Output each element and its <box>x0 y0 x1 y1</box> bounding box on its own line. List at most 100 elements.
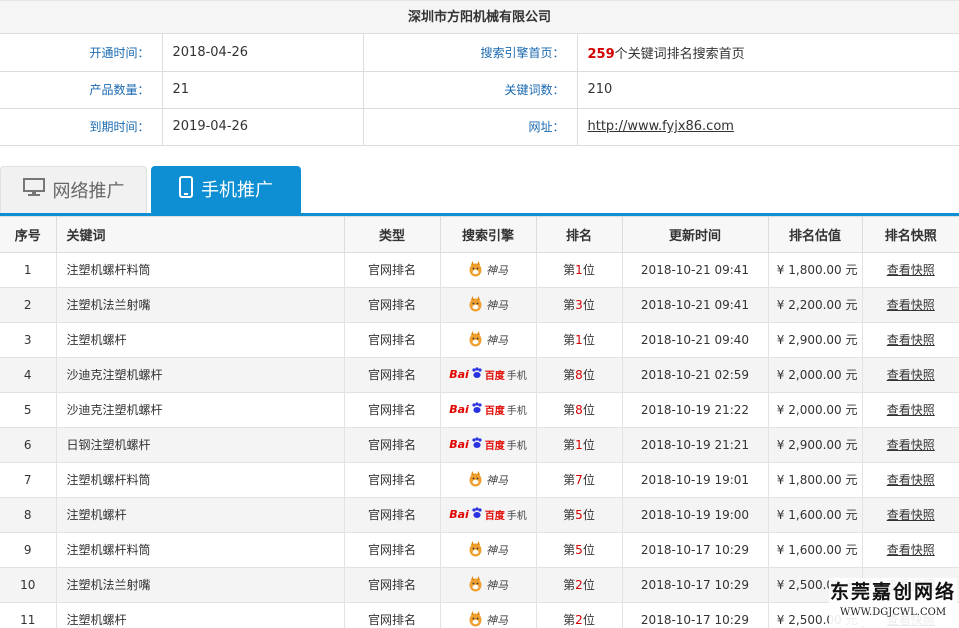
cell-keyword: 沙迪克注塑机螺杆 <box>55 356 345 393</box>
header-rank: 排名 <box>535 215 623 253</box>
cell-type: 官网排名 <box>343 601 441 628</box>
tab-web-promotion[interactable]: 网络推广 <box>0 165 147 213</box>
cell-price: ¥ 2,000.00 元 <box>767 356 863 393</box>
shenma-engine-logo: 神马 <box>468 330 508 350</box>
cell-keyword: 注塑机螺杆 <box>55 496 345 533</box>
cell-no: 3 <box>0 321 57 358</box>
rank-number: 8 <box>575 403 583 417</box>
cell-snapshot: 查看快照 <box>861 251 959 288</box>
view-snapshot-link[interactable]: 查看快照 <box>887 333 935 347</box>
shenma-label: 神马 <box>486 613 508 627</box>
cell-no: 2 <box>0 286 57 323</box>
rank-text: 第2位 <box>563 578 595 592</box>
cell-engine: Bai 百度 手机 <box>439 426 537 463</box>
company-title: 深圳市方阳机械有限公司 <box>0 0 959 34</box>
cell-update-time: 2018-10-21 09:40 <box>621 321 769 358</box>
rank-number: 8 <box>575 368 583 382</box>
rank-text: 第1位 <box>563 438 595 452</box>
table-row: 5 沙迪克注塑机螺杆 官网排名 Bai 百度 手机 第8位 2018-10-19 21:22 ¥… <box>0 391 959 428</box>
baidu-suffix: 手机 <box>506 511 527 522</box>
cell-update-time: 2018-10-21 02:59 <box>621 356 769 393</box>
rank-number: 2 <box>575 613 583 627</box>
cell-rank: 第2位 <box>535 566 623 603</box>
view-snapshot-link[interactable]: 查看快照 <box>887 473 935 487</box>
view-snapshot-link[interactable]: 查看快照 <box>887 298 935 312</box>
cell-no: 9 <box>0 531 57 568</box>
view-snapshot-link[interactable]: 查看快照 <box>887 508 935 522</box>
cell-no: 8 <box>0 496 57 533</box>
rank-number: 1 <box>575 333 583 347</box>
table-row: 1 注塑机螺杆料筒 官网排名 神马 第1位 2018-10-21 09:41 ¥ 1,800… <box>0 251 959 288</box>
cell-keyword: 注塑机螺杆料筒 <box>55 251 345 288</box>
baidu-suffix: 手机 <box>506 406 527 417</box>
cell-snapshot: 查看快照 <box>861 461 959 498</box>
header-no: 序号 <box>0 215 57 253</box>
rank-text: 第7位 <box>563 473 595 487</box>
cell-keyword: 注塑机螺杆 <box>55 321 345 358</box>
cell-snapshot: 查看快照 <box>861 356 959 393</box>
cell-update-time: 2018-10-17 10:29 <box>621 601 769 628</box>
view-snapshot-link[interactable]: 查看快照 <box>887 263 935 277</box>
shenma-label: 神马 <box>486 473 508 487</box>
cell-engine: 神马 <box>439 566 537 603</box>
shenma-engine-logo: 神马 <box>468 470 508 490</box>
shenma-horse-icon <box>468 295 483 315</box>
baidu-prefix: Bai <box>449 438 469 451</box>
cell-no: 4 <box>0 356 57 393</box>
cell-snapshot: 查看快照 <box>861 321 959 358</box>
shenma-horse-icon <box>468 575 483 595</box>
keyword-count-label: 关键词数： <box>362 70 578 109</box>
table-row: 6 日钢注塑机螺杆 官网排名 Bai 百度 手机 第1位 2018-10-19 21:21 ¥ … <box>0 426 959 463</box>
info-row: 开通时间： 2018-04-26 搜索引擎首页： 259个关键词排名搜索首页 <box>0 34 959 72</box>
cell-snapshot: 查看快照 <box>861 426 959 463</box>
cell-update-time: 2018-10-19 19:01 <box>621 461 769 498</box>
baidu-engine-logo: Bai 百度 手机 <box>449 507 527 522</box>
cell-engine: 神马 <box>439 321 537 358</box>
view-snapshot-link[interactable]: 查看快照 <box>887 368 935 382</box>
view-snapshot-link[interactable]: 查看快照 <box>887 543 935 557</box>
cell-no: 1 <box>0 251 57 288</box>
header-snapshot: 排名快照 <box>861 215 959 253</box>
shenma-engine-logo: 神马 <box>468 295 508 315</box>
baidu-du: 百度 <box>484 441 505 452</box>
cell-engine: 神马 <box>439 461 537 498</box>
cell-keyword: 沙迪克注塑机螺杆 <box>55 391 345 428</box>
promotion-tabs: 网络推广 手机推广 <box>0 165 959 216</box>
site-link[interactable]: http://www.fyjx86.com <box>588 119 734 134</box>
cell-engine: 神马 <box>439 531 537 568</box>
cell-type: 官网排名 <box>343 321 441 358</box>
open-time-label: 开通时间： <box>0 34 163 72</box>
expire-label: 到期时间： <box>0 107 163 146</box>
cell-snapshot: 查看快照 <box>861 531 959 568</box>
baidu-prefix: Bai <box>449 368 469 381</box>
shenma-label: 神马 <box>486 333 508 347</box>
product-count-value: 21 <box>161 70 364 109</box>
keyword-ranking-table: 序号 关键词 类型 搜索引擎 排名 更新时间 排名估值 排名快照 1 注塑机螺杆料… <box>0 215 959 628</box>
cell-rank: 第8位 <box>535 391 623 428</box>
baidu-engine-logo: Bai 百度 手机 <box>449 437 527 452</box>
cell-rank: 第5位 <box>535 496 623 533</box>
cell-type: 官网排名 <box>343 566 441 603</box>
view-snapshot-link[interactable]: 查看快照 <box>887 438 935 452</box>
cell-update-time: 2018-10-21 09:41 <box>621 286 769 323</box>
open-time-value: 2018-04-26 <box>161 34 364 72</box>
cell-price: ¥ 1,800.00 元 <box>767 461 863 498</box>
cell-update-time: 2018-10-19 19:00 <box>621 496 769 533</box>
rank-number: 2 <box>575 578 583 592</box>
cell-engine: 神马 <box>439 601 537 628</box>
table-row: 9 注塑机螺杆料筒 官网排名 神马 第5位 2018-10-17 10:29 ¥ 1,600… <box>0 531 959 568</box>
watermark-url: WWW.DGJCWL.COM <box>839 607 947 618</box>
info-row: 到期时间： 2019-04-26 网址： http://www.fyjx86.c… <box>0 107 959 146</box>
rank-text: 第5位 <box>563 508 595 522</box>
rank-text: 第1位 <box>563 333 595 347</box>
table-row: 3 注塑机螺杆 官网排名 神马 第1位 2018-10-21 09:40 ¥ 2,900.0… <box>0 321 959 358</box>
tab-mobile-promotion[interactable]: 手机推广 <box>151 165 301 213</box>
site-cell: http://www.fyjx86.com <box>576 107 959 146</box>
cell-type: 官网排名 <box>343 461 441 498</box>
cell-type: 官网排名 <box>343 496 441 533</box>
rank-text: 第3位 <box>563 298 595 312</box>
header-price: 排名估值 <box>767 215 863 253</box>
cell-rank: 第3位 <box>535 286 623 323</box>
view-snapshot-link[interactable]: 查看快照 <box>887 403 935 417</box>
header-update-time: 更新时间 <box>621 215 769 253</box>
